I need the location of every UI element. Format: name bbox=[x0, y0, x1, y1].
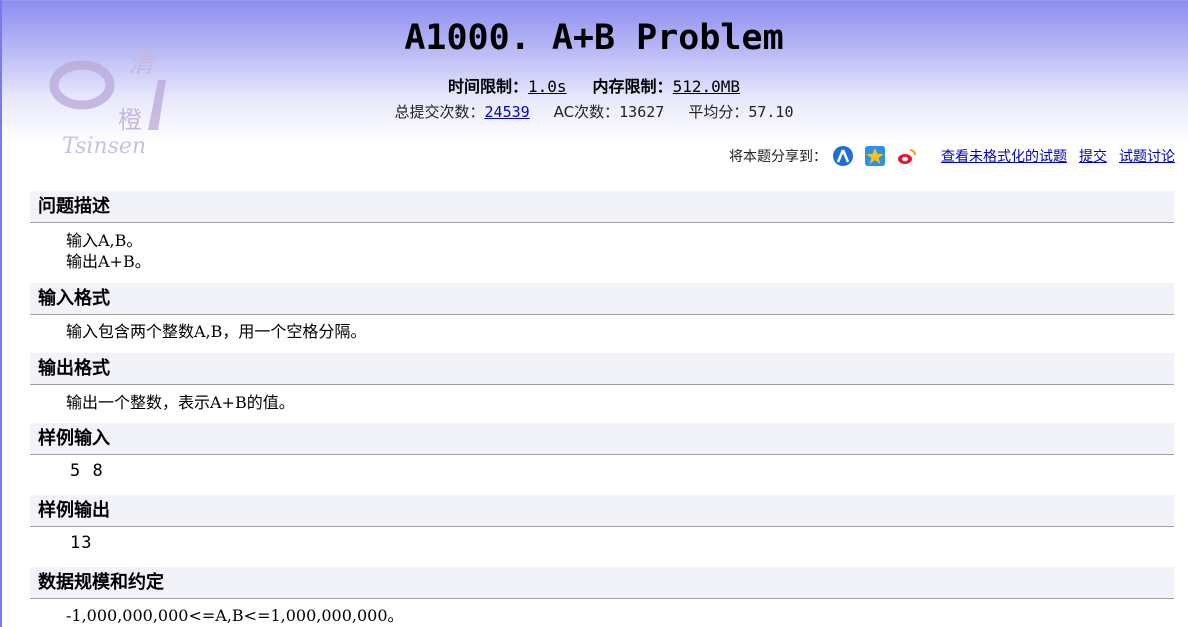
problem-title: A1000. A+B Problem bbox=[404, 18, 784, 58]
discussion-link[interactable]: 试题讨论 bbox=[1119, 146, 1175, 166]
sample-input-body: 5 8 bbox=[70, 461, 104, 482]
input-format-body: 输入包含两个整数A,B，用一个空格分隔。 bbox=[66, 321, 366, 342]
time-limit-label: 时间限制： bbox=[448, 77, 529, 96]
time-limit-value: 1.0s bbox=[528, 77, 567, 96]
view-raw-link[interactable]: 查看未格式化的试题 bbox=[941, 146, 1067, 166]
memory-limit-label: 内存限制： bbox=[592, 77, 673, 96]
share-label: 将本题分享到： bbox=[729, 149, 827, 165]
constraints-heading: 数据规模和约定 bbox=[30, 567, 1174, 599]
weibo-icon[interactable] bbox=[897, 146, 917, 166]
memory-limit-value: 512.0MB bbox=[672, 77, 740, 96]
output-format-body: 输出一个整数，表示A+B的值。 bbox=[66, 392, 295, 413]
description-body: 输入A,B。 输出A+B。 bbox=[66, 230, 151, 272]
renren-icon[interactable] bbox=[833, 146, 853, 166]
stats-line: 总提交次数：24539 AC次数：13627 平均分：57.10 bbox=[0, 101, 1188, 122]
description-line: 输入A,B。 bbox=[66, 231, 143, 250]
description-line: 输出A+B。 bbox=[66, 252, 151, 271]
output-format-heading: 输出格式 bbox=[30, 353, 1174, 385]
submit-link[interactable]: 提交 bbox=[1079, 146, 1107, 166]
avg-score: 57.10 bbox=[748, 103, 794, 121]
limits-line: 时间限制：1.0s 内存限制：512.0MB bbox=[0, 73, 1188, 97]
top-border bbox=[0, 0, 1188, 1]
share-bar: 将本题分享到： 查看未格式化的试题 提交 试题讨论 bbox=[729, 146, 1175, 166]
input-format-line: 输入包含两个整数A,B，用一个空格分隔。 bbox=[66, 322, 367, 341]
sample-output-line: 13 bbox=[70, 533, 93, 553]
ac-label: AC次数： bbox=[553, 103, 620, 121]
svg-text:Tsinsen: Tsinsen bbox=[62, 134, 146, 159]
submissions-link[interactable]: 24539 bbox=[485, 103, 530, 121]
avg-label: 平均分： bbox=[688, 103, 749, 121]
tsinsen-logo: 清 橙 Tsinsen bbox=[40, 40, 190, 160]
sample-input-heading: 样例输入 bbox=[30, 423, 1174, 455]
qzone-icon[interactable] bbox=[865, 146, 885, 166]
ac-count: 13627 bbox=[619, 103, 665, 121]
sample-input-line: 5 8 bbox=[70, 461, 104, 481]
sample-output-heading: 样例输出 bbox=[30, 495, 1174, 527]
submissions-label: 总提交次数： bbox=[394, 103, 485, 121]
input-format-heading: 输入格式 bbox=[30, 283, 1174, 315]
sample-output-body: 13 bbox=[70, 533, 92, 554]
description-heading: 问题描述 bbox=[30, 191, 1174, 223]
constraints-line: -1,000,000,000<=A,B<=1,000,000,000。 bbox=[66, 606, 404, 625]
output-format-line: 输出一个整数，表示A+B的值。 bbox=[66, 393, 295, 412]
constraints-body: -1,000,000,000<=A,B<=1,000,000,000。 bbox=[66, 605, 404, 626]
